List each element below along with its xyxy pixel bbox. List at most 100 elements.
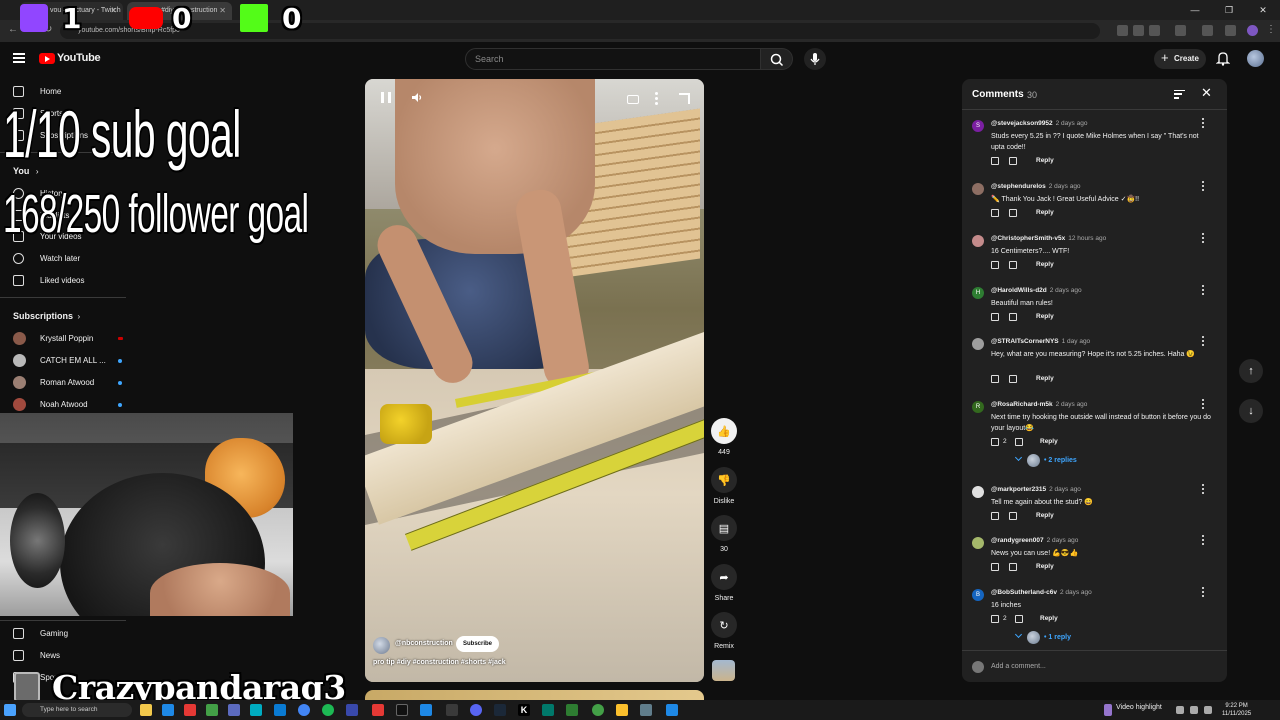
steam-icon[interactable] (494, 704, 506, 716)
thumbs-down-icon[interactable] (1009, 512, 1017, 520)
notifications-bell-icon[interactable] (1216, 51, 1230, 66)
profile-avatar[interactable] (1247, 25, 1258, 36)
chrome-icon[interactable] (298, 704, 310, 716)
video-caption[interactable]: pro tip #diy #construction #shorts #jack (373, 659, 506, 666)
sidebar-item-watch-later[interactable]: Watch later (13, 252, 80, 266)
sort-icon[interactable] (1174, 90, 1185, 99)
thumbs-up-icon[interactable] (991, 438, 999, 446)
thumbs-up-icon[interactable] (991, 313, 999, 321)
subscribe-button[interactable]: Subscribe (456, 636, 499, 652)
subscription-item[interactable]: Noah Atwood (13, 398, 133, 412)
avatar[interactable]: B (972, 589, 984, 601)
sidebar-item-gaming[interactable]: Gaming (13, 627, 68, 641)
youtube-logo-icon[interactable] (39, 53, 55, 64)
sidebar-item-liked-videos[interactable]: Liked videos (13, 274, 84, 288)
comment-menu-icon[interactable] (1202, 399, 1205, 410)
next-short-button[interactable]: ↓ (1239, 399, 1263, 423)
file-explorer-icon[interactable] (140, 704, 152, 716)
browser-menu-icon[interactable]: ⋮ (1266, 24, 1276, 35)
fullscreen-icon[interactable] (679, 93, 690, 104)
kick-app-icon[interactable]: K (518, 704, 530, 716)
avatar[interactable] (972, 183, 984, 195)
reply-button[interactable]: Reply (1036, 375, 1054, 382)
comment-menu-icon[interactable] (1202, 587, 1205, 598)
remix-button[interactable]: ↻ Remix (711, 612, 737, 650)
close-tab-icon[interactable]: ✕ (110, 6, 117, 15)
comment-author[interactable]: @ChristopherSmith-v5x 12 hours ago (991, 235, 1106, 242)
discord-icon[interactable] (470, 704, 482, 716)
voice-search-button[interactable] (804, 48, 826, 70)
app-icon[interactable] (274, 704, 286, 716)
avatar[interactable] (972, 537, 984, 549)
bookmark-star-icon[interactable] (1149, 25, 1160, 36)
app-icon[interactable] (542, 704, 554, 716)
comment-menu-icon[interactable] (1202, 484, 1205, 495)
video-highlight-widget[interactable]: Video highlight (1116, 704, 1162, 711)
app-icon[interactable] (250, 704, 262, 716)
subscription-item[interactable]: Roman Atwood (13, 376, 133, 390)
sound-thumbnail[interactable] (712, 660, 735, 681)
windows-start-icon[interactable] (4, 704, 16, 716)
thumbs-down-icon[interactable] (1009, 563, 1017, 571)
create-button[interactable]: Create (1154, 48, 1206, 69)
comment-menu-icon[interactable] (1202, 285, 1205, 296)
sidebar-subscriptions-heading[interactable]: Subscriptions › (13, 311, 80, 321)
comment-author[interactable]: @STRAITsCornerNYS 1 day ago (991, 338, 1090, 345)
app-icon[interactable] (346, 704, 358, 716)
extension-icon[interactable] (1117, 25, 1128, 36)
comment-menu-icon[interactable] (1202, 535, 1205, 546)
reply-button[interactable]: Reply (1040, 615, 1058, 622)
app-icon[interactable] (372, 704, 384, 716)
extensions-puzzle-icon[interactable] (1175, 25, 1186, 36)
app-icon[interactable] (420, 704, 432, 716)
thumbs-up-icon[interactable] (991, 157, 999, 165)
avatar[interactable]: H (972, 287, 984, 299)
subscription-item[interactable]: Krystall Poppin (13, 332, 133, 346)
app-icon[interactable] (566, 704, 578, 716)
reply-button[interactable]: Reply (1036, 157, 1054, 164)
widget-icon[interactable] (1104, 704, 1112, 716)
microphone-icon[interactable] (1190, 706, 1198, 714)
thumbs-down-icon[interactable] (1009, 375, 1017, 383)
volume-icon[interactable] (412, 92, 423, 103)
account-avatar[interactable] (1247, 50, 1264, 67)
taskbar-clock[interactable]: 9:22 PM 11/11/2025 (1222, 702, 1251, 718)
comment-menu-icon[interactable] (1202, 233, 1205, 244)
xbox-icon[interactable] (592, 704, 604, 716)
reply-button[interactable]: Reply (1040, 438, 1058, 445)
more-options-icon[interactable] (655, 92, 658, 105)
comment-author[interactable]: @RosaRichard-m5k 2 days ago (991, 401, 1087, 408)
reply-button[interactable]: Reply (1036, 209, 1054, 216)
comment-menu-icon[interactable] (1202, 118, 1205, 129)
reply-button[interactable]: Reply (1036, 563, 1054, 570)
comment-author[interactable]: @randygreen007 2 days ago (991, 537, 1078, 544)
avatar[interactable] (972, 338, 984, 350)
comment-author[interactable]: @stevejackson9952 2 days ago (991, 120, 1087, 127)
thumbs-up-icon[interactable] (991, 375, 999, 383)
back-icon[interactable]: ← (8, 24, 18, 35)
zoom-icon[interactable] (1133, 25, 1144, 36)
comment-menu-icon[interactable] (1202, 181, 1205, 192)
thumbs-up-icon[interactable] (991, 615, 999, 623)
close-window-icon[interactable]: ✕ (1246, 0, 1280, 20)
thumbs-down-icon[interactable] (1009, 261, 1017, 269)
sidebar-item-news[interactable]: News (13, 649, 60, 663)
tiktok-icon[interactable] (396, 704, 408, 716)
taskbar-search-input[interactable]: Type here to search (22, 703, 132, 717)
thumbs-up-icon[interactable] (991, 563, 999, 571)
thumbs-down-icon[interactable] (1015, 438, 1023, 446)
avatar[interactable] (972, 486, 984, 498)
thumbs-up-icon[interactable] (991, 209, 999, 217)
edge-icon[interactable] (162, 704, 174, 716)
reply-button[interactable]: Reply (1036, 512, 1054, 519)
app-icon[interactable] (446, 704, 458, 716)
app-icon[interactable] (640, 704, 652, 716)
app-icon[interactable] (616, 704, 628, 716)
reply-button[interactable]: Reply (1036, 261, 1054, 268)
like-button[interactable]: 👍 449 (711, 418, 737, 456)
close-tab-icon[interactable]: ✕ (219, 6, 226, 15)
comment-author[interactable]: @markporter2315 2 days ago (991, 486, 1081, 493)
thumbs-down-icon[interactable] (1015, 615, 1023, 623)
comment-menu-icon[interactable] (1202, 336, 1205, 347)
comment-author[interactable]: @HaroldWills-d2d 2 days ago (991, 287, 1082, 294)
